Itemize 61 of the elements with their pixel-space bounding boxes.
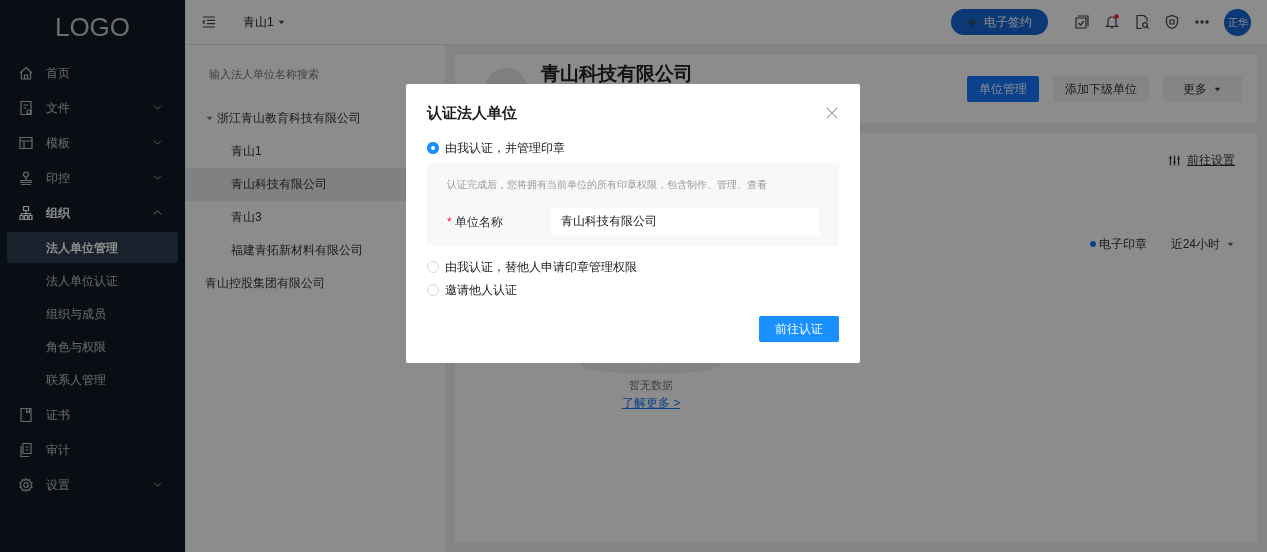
- audit-icon: [18, 441, 34, 458]
- menu-icon[interactable]: [201, 14, 217, 30]
- required-mark: *: [447, 214, 452, 229]
- sidebar-item[interactable]: 印控: [0, 160, 185, 195]
- radio-option[interactable]: 由我认证，替他人申请印章管理权限: [427, 255, 637, 279]
- sidebar-item[interactable]: 首页: [0, 55, 185, 90]
- chevron-down-icon: [152, 479, 163, 490]
- document-search-icon[interactable]: [1134, 14, 1150, 30]
- sidebar-item[interactable]: 证书: [0, 397, 185, 432]
- dialog-title: 认证法人单位: [427, 103, 517, 123]
- submit-button[interactable]: 前往认证: [759, 315, 839, 342]
- legend-dot: [1089, 241, 1096, 247]
- document-icon: [18, 99, 34, 116]
- shield-icon[interactable]: [1164, 14, 1180, 30]
- sidebar-item[interactable]: 组织: [0, 195, 185, 230]
- bell-icon[interactable]: [1104, 14, 1120, 30]
- submenu-item[interactable]: 组织与成员: [7, 298, 178, 329]
- logo: LOGO: [53, 11, 132, 44]
- project-selector[interactable]: 青山1: [243, 13, 286, 31]
- org-chart-icon: [18, 204, 34, 221]
- close-icon[interactable]: [825, 106, 839, 121]
- submenu-item[interactable]: 法人单位管理: [7, 232, 178, 263]
- submenu-item[interactable]: 联系人管理: [7, 364, 178, 395]
- chevron-down-icon: [152, 137, 163, 148]
- unit-button[interactable]: 单位管理: [967, 76, 1039, 102]
- user-avatar[interactable]: 正华: [1224, 8, 1251, 36]
- input-field[interactable]: 青山科技有限公司: [551, 207, 819, 236]
- unit-button[interactable]: 更多: [1163, 76, 1242, 102]
- radio-button[interactable]: [427, 261, 439, 273]
- sidebar-item[interactable]: 审计: [0, 432, 185, 467]
- checklist-icon[interactable]: [1074, 14, 1090, 30]
- submenu-item[interactable]: 角色与权限: [7, 331, 178, 362]
- sidebar-item[interactable]: 模板: [0, 125, 185, 160]
- radio-button[interactable]: [427, 142, 439, 154]
- sidebar-item[interactable]: 文件: [0, 90, 185, 125]
- chevron-down-icon: [152, 172, 163, 183]
- empty-text: 暂无数据: [629, 378, 673, 393]
- field-label-text: 单位名称: [454, 214, 503, 229]
- chevron-down-icon: [152, 102, 163, 113]
- radio-option[interactable]: 由我认证，并管理印章: [427, 136, 565, 160]
- legend-item[interactable]: 电子印章: [1089, 235, 1147, 253]
- plus-icon: [967, 16, 978, 28]
- stamp-icon: [18, 169, 34, 186]
- submenu-item[interactable]: 法人单位认证: [7, 265, 178, 296]
- settings-link[interactable]: 前往设置: [1168, 151, 1235, 169]
- search-field[interactable]: 输入法人单位名称搜索: [207, 65, 407, 84]
- unit-title: 青山科技有限公司: [541, 61, 693, 86]
- radio-option[interactable]: 邀请他人认证: [427, 278, 517, 302]
- home-icon: [18, 64, 34, 81]
- sign-button[interactable]: 电子签约: [951, 9, 1048, 35]
- sliders-icon: [1168, 153, 1181, 167]
- radio-button[interactable]: [427, 284, 439, 296]
- learn-more-link[interactable]: 了解更多 >: [621, 393, 681, 412]
- template-icon: [18, 134, 34, 151]
- hint-text: 认证完成后，您将拥有当前单位的所有印章权限，包含制作、管理、查看: [447, 177, 768, 192]
- certificate-icon: [18, 406, 34, 423]
- chevron-up-icon: [152, 207, 163, 218]
- settings-icon: [18, 476, 34, 493]
- period-select[interactable]: 近24小时: [1170, 235, 1235, 253]
- unit-button[interactable]: 添加下级单位: [1053, 76, 1149, 102]
- sidebar-item[interactable]: 设置: [0, 467, 185, 502]
